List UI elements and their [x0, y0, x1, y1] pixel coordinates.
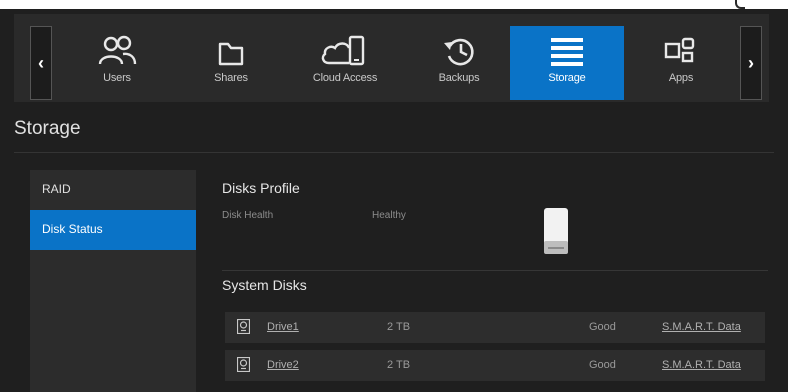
sidebar-item-raid[interactable]: RAID: [30, 170, 196, 210]
table-row: Drive1 2 TB Good S.M.A.R.T. Data: [225, 312, 765, 343]
nav-label-users: Users: [103, 72, 131, 84]
drive-status: Good: [589, 321, 616, 333]
top-strip: [0, 0, 788, 9]
nav-item-backups[interactable]: Backups: [402, 26, 516, 100]
drive-name-link[interactable]: Drive1: [267, 321, 299, 333]
nav-item-cloud-access[interactable]: Cloud Access: [288, 26, 402, 100]
chevron-right-icon: ›: [748, 52, 754, 73]
smart-data-link[interactable]: S.M.A.R.T. Data: [662, 359, 741, 371]
nav-label-shares: Shares: [214, 72, 248, 84]
disks-profile-heading: Disks Profile: [222, 180, 300, 196]
nav-label-apps: Apps: [668, 72, 694, 84]
system-disks-heading: System Disks: [222, 277, 307, 293]
cloud-device-icon: [321, 35, 365, 66]
apps-icon: [664, 37, 695, 63]
nav-item-shares[interactable]: Shares: [174, 26, 288, 100]
nav-label-backups: Backups: [438, 72, 480, 84]
smart-data-link[interactable]: S.M.A.R.T. Data: [662, 321, 741, 333]
nav-next-button[interactable]: ›: [740, 26, 762, 100]
title-divider: [14, 152, 774, 153]
nav-label-storage: Storage: [548, 72, 586, 84]
chevron-left-icon: ‹: [38, 52, 44, 73]
drive-icon: [237, 357, 250, 372]
sidebar-item-disk-status[interactable]: Disk Status: [30, 210, 196, 250]
history-icon: [444, 38, 474, 66]
nav-item-users[interactable]: Users: [60, 26, 174, 100]
page-title: Storage: [14, 118, 81, 139]
nav-item-apps[interactable]: Apps: [624, 26, 738, 100]
section-divider: [222, 270, 768, 271]
table-row: Drive2 2 TB Good S.M.A.R.T. Data: [225, 350, 765, 381]
folder-icon: [218, 42, 244, 66]
drive-icon: [237, 319, 250, 334]
users-icon: [98, 35, 137, 65]
nas-device-icon: [544, 208, 568, 254]
drive-status: Good: [589, 359, 616, 371]
storage-icon: [551, 38, 583, 66]
drive-name-link[interactable]: Drive2: [267, 359, 299, 371]
top-strip-notch: [735, 0, 745, 9]
drive-size: 2 TB: [387, 359, 411, 371]
top-navigation: ‹ Users Shares Cloud Access Backups Stor…: [14, 14, 769, 102]
drive-size: 2 TB: [387, 321, 411, 333]
disk-health-value: Healthy: [372, 210, 406, 221]
nav-prev-button[interactable]: ‹: [30, 26, 52, 100]
nav-label-cloud-access: Cloud Access: [312, 72, 378, 84]
sidebar: RAID Disk Status: [30, 170, 196, 392]
nav-item-storage[interactable]: Storage: [510, 26, 624, 100]
disk-health-label: Disk Health: [222, 210, 274, 221]
